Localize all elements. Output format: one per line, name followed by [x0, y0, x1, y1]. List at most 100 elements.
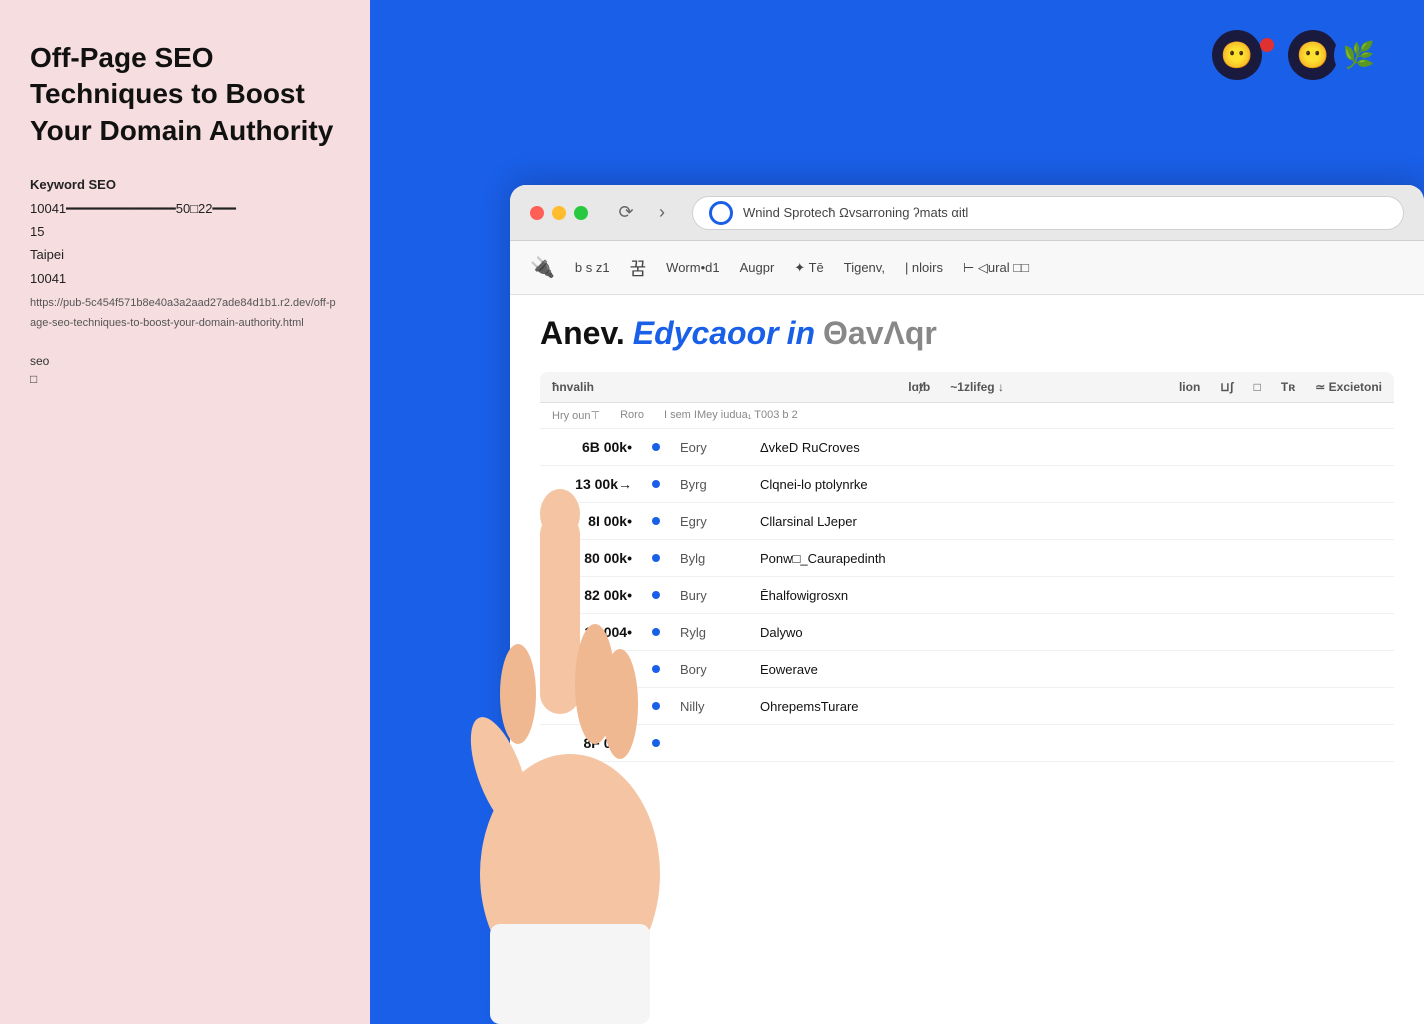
- col-header-7[interactable]: ≃ Excietoni: [1315, 380, 1382, 394]
- row-num-1: 13 00k→: [552, 476, 632, 492]
- content-heading: Anev. Edycaoor in ΘavΛqr: [540, 315, 1394, 352]
- table-row[interactable]: 13 00k→ Byrg Clqnei-lo ptolynrke: [540, 466, 1394, 503]
- icon3-symbol: 🌿: [1343, 40, 1375, 71]
- row-dot-8: [652, 739, 660, 747]
- row-name-2: Egry: [680, 514, 740, 529]
- row-name-1: Byrg: [680, 477, 740, 492]
- row-num-4: 82 00k•: [552, 587, 632, 603]
- table-row[interactable]: 17 004• Rylg Dalywo: [540, 614, 1394, 651]
- row-value-2: Cllarsinal LJeper: [760, 514, 1382, 529]
- toolbar-label-worm: Worm•d1: [666, 260, 719, 275]
- row-value-3: Ponw□_Caurapedinth: [760, 551, 1382, 566]
- col-header-1[interactable]: lɑⱦb: [850, 380, 930, 394]
- row-name-3: Bylg: [680, 551, 740, 566]
- row-dot-3: [652, 554, 660, 562]
- row-value-5: Dalywo: [760, 625, 1382, 640]
- toolbar-worm[interactable]: Worm•d1: [666, 260, 719, 275]
- heading-part4: ΘavΛqr: [823, 315, 937, 352]
- subheader-0: Hry oun⊤: [552, 409, 600, 422]
- row-name-4: Bury: [680, 588, 740, 603]
- toolbar-te[interactable]: ✦ Tē: [794, 260, 823, 276]
- toolbar-label-tigenv: Tigenv,: [844, 260, 885, 275]
- heading-part3: in: [787, 315, 815, 352]
- toolbar-tigenv[interactable]: Tigenv,: [844, 260, 885, 275]
- row-value-7: OhrepemsTurare: [760, 699, 1382, 714]
- row-num-6: 32 00k•: [552, 661, 632, 677]
- meta-url: https://pub-5c454f571b8e40a3a2aad27ade84…: [30, 294, 340, 334]
- toolbar-label-te: ✦ Tē: [794, 260, 823, 276]
- table-row[interactable]: 8F 00k•: [540, 725, 1394, 762]
- subheader-2: I sem IMey iudua₁ T003 b 2: [664, 409, 798, 422]
- icon1-symbol: 😶: [1221, 40, 1253, 71]
- maximize-button[interactable]: [574, 206, 588, 220]
- row-dot-6: [652, 665, 660, 673]
- table-row[interactable]: 82 00k• Bury Ēhalfowigrosxn: [540, 577, 1394, 614]
- row-num-5: 17 004•: [552, 624, 632, 640]
- address-bar[interactable]: Wnind Sprotecħ Ωvsarroning ʔmats αitl: [692, 196, 1404, 230]
- table-row[interactable]: 80 00k• Bylg Ponw□_Caurapedinth: [540, 540, 1394, 577]
- meta-line-4: 10041: [30, 267, 340, 290]
- browser-window: ⟳ › Wnind Sprotecħ Ωvsarroning ʔmats αit…: [510, 185, 1424, 1024]
- traffic-lights: [530, 206, 588, 220]
- top-icons: 😶 😶 🌿: [1212, 30, 1384, 80]
- table-subheader: Hry oun⊤ Roro I sem IMey iudua₁ T003 b 2: [540, 403, 1394, 429]
- tag-icon: □: [30, 372, 340, 386]
- main-area: 😶 😶 🌿 ⟳ › Wnind Sprotec: [370, 0, 1424, 1024]
- toolbar-label-ural: ⊢ ◁ural □□: [963, 260, 1029, 276]
- sidebar: Off-Page SEO Techniques to Boost Your Do…: [0, 0, 370, 1024]
- forward-button[interactable]: ›: [648, 199, 676, 227]
- sidebar-tags: seo □: [30, 354, 340, 386]
- row-num-2: 8I 00k•: [552, 513, 632, 529]
- close-button[interactable]: [530, 206, 544, 220]
- row-value-0: ΔvkeD RuCroves: [760, 440, 1382, 455]
- browser-content: Anev. Edycaoor in ΘavΛqr ħnvalih lɑⱦb ~1…: [510, 295, 1424, 1024]
- toolbar-augpr[interactable]: Augpr: [740, 260, 775, 275]
- toolbar-label-augpr: Augpr: [740, 260, 775, 275]
- row-dot-7: [652, 702, 660, 710]
- heading-part1: Anev.: [540, 315, 625, 352]
- heading-part2: Edycaoor: [633, 315, 779, 352]
- toolbar-item-0[interactable]: 🔌: [530, 255, 555, 280]
- meta-line-2: 15: [30, 220, 340, 243]
- table-header: ħnvalih lɑⱦb ~1zlifeg ↓ lion ⊔ʃ □ Tʀ ≃ E…: [540, 372, 1394, 403]
- minimize-button[interactable]: [552, 206, 566, 220]
- row-dot-0: [652, 443, 660, 451]
- toolbar-icon-2: 꿈: [630, 255, 647, 281]
- table-row[interactable]: 6B 00k• Eory ΔvkeD RuCroves: [540, 429, 1394, 466]
- row-dot-2: [652, 517, 660, 525]
- sidebar-meta: Keyword SEO 10041━━━━━━━━━━━━━━50□22━━━ …: [30, 165, 340, 334]
- table-row[interactable]: S0 00k• Nilly OhrepemsTurare: [540, 688, 1394, 725]
- row-name-0: Eory: [680, 440, 740, 455]
- row-name-6: Bory: [680, 662, 740, 677]
- back-button[interactable]: ⟳: [612, 199, 640, 227]
- row-num-7: S0 00k•: [552, 698, 632, 714]
- browser-titlebar: ⟳ › Wnind Sprotecħ Ωvsarroning ʔmats αit…: [510, 185, 1424, 241]
- row-num-0: 6B 00k•: [552, 439, 632, 455]
- col-header-0[interactable]: ħnvalih: [552, 380, 830, 394]
- icon2-symbol: 😶: [1297, 40, 1329, 71]
- browser-icon-3: 🌿: [1334, 30, 1384, 80]
- toolbar-label-1: b s z1: [575, 260, 610, 275]
- table-row[interactable]: 8I 00k• Egry Cllarsinal LJeper: [540, 503, 1394, 540]
- meta-line-3: Taipei: [30, 243, 340, 266]
- red-dot: [1260, 38, 1274, 52]
- toolbar-item-1[interactable]: b s z1: [575, 260, 610, 275]
- toolbar-nloirs[interactable]: | nloirs: [905, 260, 943, 275]
- col-header-2[interactable]: ~1zlifeg ↓: [950, 380, 1159, 394]
- col-header-3[interactable]: lion: [1179, 380, 1200, 394]
- col-header-4[interactable]: ⊔ʃ: [1220, 380, 1233, 394]
- row-dot-1: [652, 480, 660, 488]
- col-header-5[interactable]: □: [1254, 380, 1261, 394]
- toolbar-label-nloirs: | nloirs: [905, 260, 943, 275]
- meta-line-1: 10041━━━━━━━━━━━━━━50□22━━━: [30, 197, 340, 220]
- browser-icon-2: 😶: [1288, 30, 1338, 80]
- row-dot-5: [652, 628, 660, 636]
- col-header-6[interactable]: Tʀ: [1281, 380, 1295, 394]
- row-num-3: 80 00k•: [552, 550, 632, 566]
- tag-seo: seo: [30, 354, 340, 368]
- subheader-1: Roro: [620, 409, 644, 422]
- toolbar-ural[interactable]: ⊢ ◁ural □□: [963, 260, 1029, 276]
- row-value-1: Clqnei-lo ptolynrke: [760, 477, 1382, 492]
- toolbar-item-2[interactable]: 꿈: [630, 255, 647, 281]
- table-row[interactable]: 32 00k• Bory Eowerave: [540, 651, 1394, 688]
